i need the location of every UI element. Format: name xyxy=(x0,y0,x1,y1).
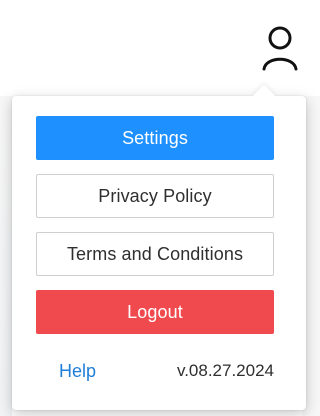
user-icon-glyph xyxy=(262,26,298,71)
terms-and-conditions-button[interactable]: Terms and Conditions xyxy=(36,232,274,276)
logout-button[interactable]: Logout xyxy=(36,290,274,334)
background-page-edge-left xyxy=(0,96,12,416)
settings-button[interactable]: Settings xyxy=(36,116,274,160)
user-menu-dropdown: Settings Privacy Policy Terms and Condit… xyxy=(12,84,306,410)
menu-footer: Help v.08.27.2024 xyxy=(36,356,274,386)
privacy-policy-button[interactable]: Privacy Policy xyxy=(36,174,274,218)
help-link[interactable]: Help xyxy=(59,361,96,382)
user-icon[interactable] xyxy=(258,22,302,74)
version-label: v.08.27.2024 xyxy=(176,361,274,380)
